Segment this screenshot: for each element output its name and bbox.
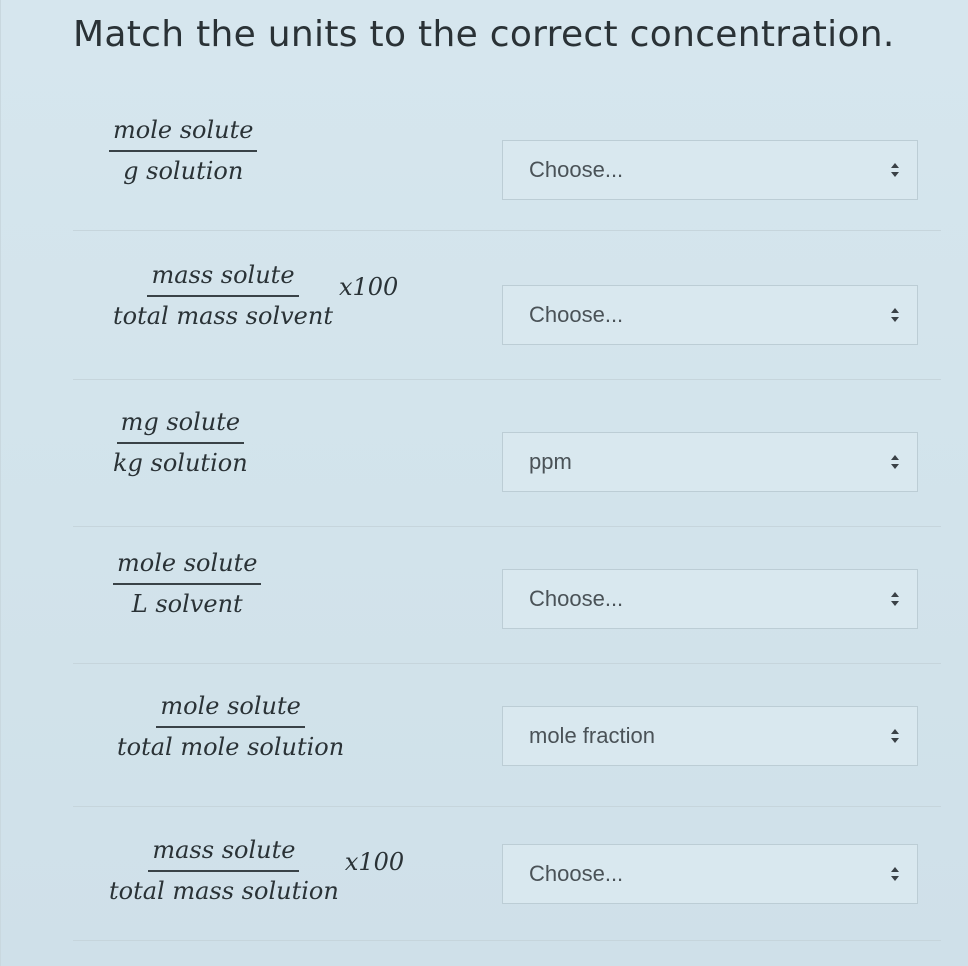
denominator: total mass solvent (113, 301, 333, 330)
multiplier: x100 (338, 272, 399, 301)
denominator: kg solution (113, 448, 248, 477)
numerator: mole solute (109, 116, 258, 152)
match-row: mole solute g solution Choose... (1, 110, 968, 231)
match-row: mole solute total mole solution mole fra… (1, 686, 968, 807)
row-divider (73, 526, 941, 527)
row-divider (73, 379, 941, 380)
fraction: mole solute total mole solution (113, 692, 348, 762)
row-divider (73, 230, 941, 231)
match-row: mass solute total mass solution x100 Cho… (1, 828, 968, 948)
quiz-question: Match the units to the correct concentra… (0, 0, 968, 966)
fraction: mole solute L solvent (113, 549, 262, 619)
unit-formula: mg solute kg solution (109, 408, 252, 478)
up-down-arrow-icon (891, 592, 899, 606)
match-row: mass solute total mass solvent x100 Choo… (1, 255, 968, 380)
row-divider (73, 663, 941, 664)
unit-formula: mole solute L solvent (113, 549, 262, 619)
denominator: total mass solution (109, 876, 339, 905)
numerator: mole solute (156, 692, 305, 728)
denominator: L solvent (131, 589, 243, 618)
up-down-arrow-icon (891, 163, 899, 177)
question-title: Match the units to the correct concentra… (73, 14, 895, 55)
fraction: mg solute kg solution (109, 408, 252, 478)
select-value: ppm (529, 449, 572, 474)
select-value: Choose... (529, 302, 624, 327)
concentration-select[interactable]: Choose... (502, 140, 918, 200)
numerator: mole solute (113, 549, 262, 585)
row-divider (73, 806, 941, 807)
concentration-select[interactable]: Choose... (502, 844, 918, 904)
match-row: mole solute L solvent Choose... (1, 543, 968, 664)
select-value: Choose... (529, 586, 624, 611)
concentration-select[interactable]: Choose... (502, 285, 918, 345)
concentration-select[interactable]: mole fraction (502, 706, 918, 766)
unit-formula: mass solute total mass solvent x100 (109, 261, 398, 331)
fraction: mass solute total mass solvent (109, 261, 337, 331)
unit-formula: mole solute total mole solution (113, 692, 348, 762)
select-value: Choose... (529, 861, 624, 886)
row-divider (73, 940, 941, 941)
match-row: mg solute kg solution ppm (1, 402, 968, 527)
numerator: mass solute (147, 261, 299, 297)
up-down-arrow-icon (891, 308, 899, 322)
concentration-select[interactable]: Choose... (502, 569, 918, 629)
concentration-select[interactable]: ppm (502, 432, 918, 492)
denominator: total mole solution (117, 732, 345, 761)
fraction: mole solute g solution (109, 116, 258, 186)
up-down-arrow-icon (891, 729, 899, 743)
fraction: mass solute total mass solution (105, 836, 343, 906)
select-value: Choose... (529, 157, 624, 182)
up-down-arrow-icon (891, 867, 899, 881)
numerator: mg solute (116, 408, 245, 444)
select-value: mole fraction (529, 723, 655, 748)
denominator: g solution (123, 156, 244, 185)
multiplier: x100 (344, 847, 405, 876)
numerator: mass solute (148, 836, 300, 872)
unit-formula: mass solute total mass solution x100 (105, 836, 404, 906)
unit-formula: mole solute g solution (109, 116, 258, 186)
up-down-arrow-icon (891, 455, 899, 469)
